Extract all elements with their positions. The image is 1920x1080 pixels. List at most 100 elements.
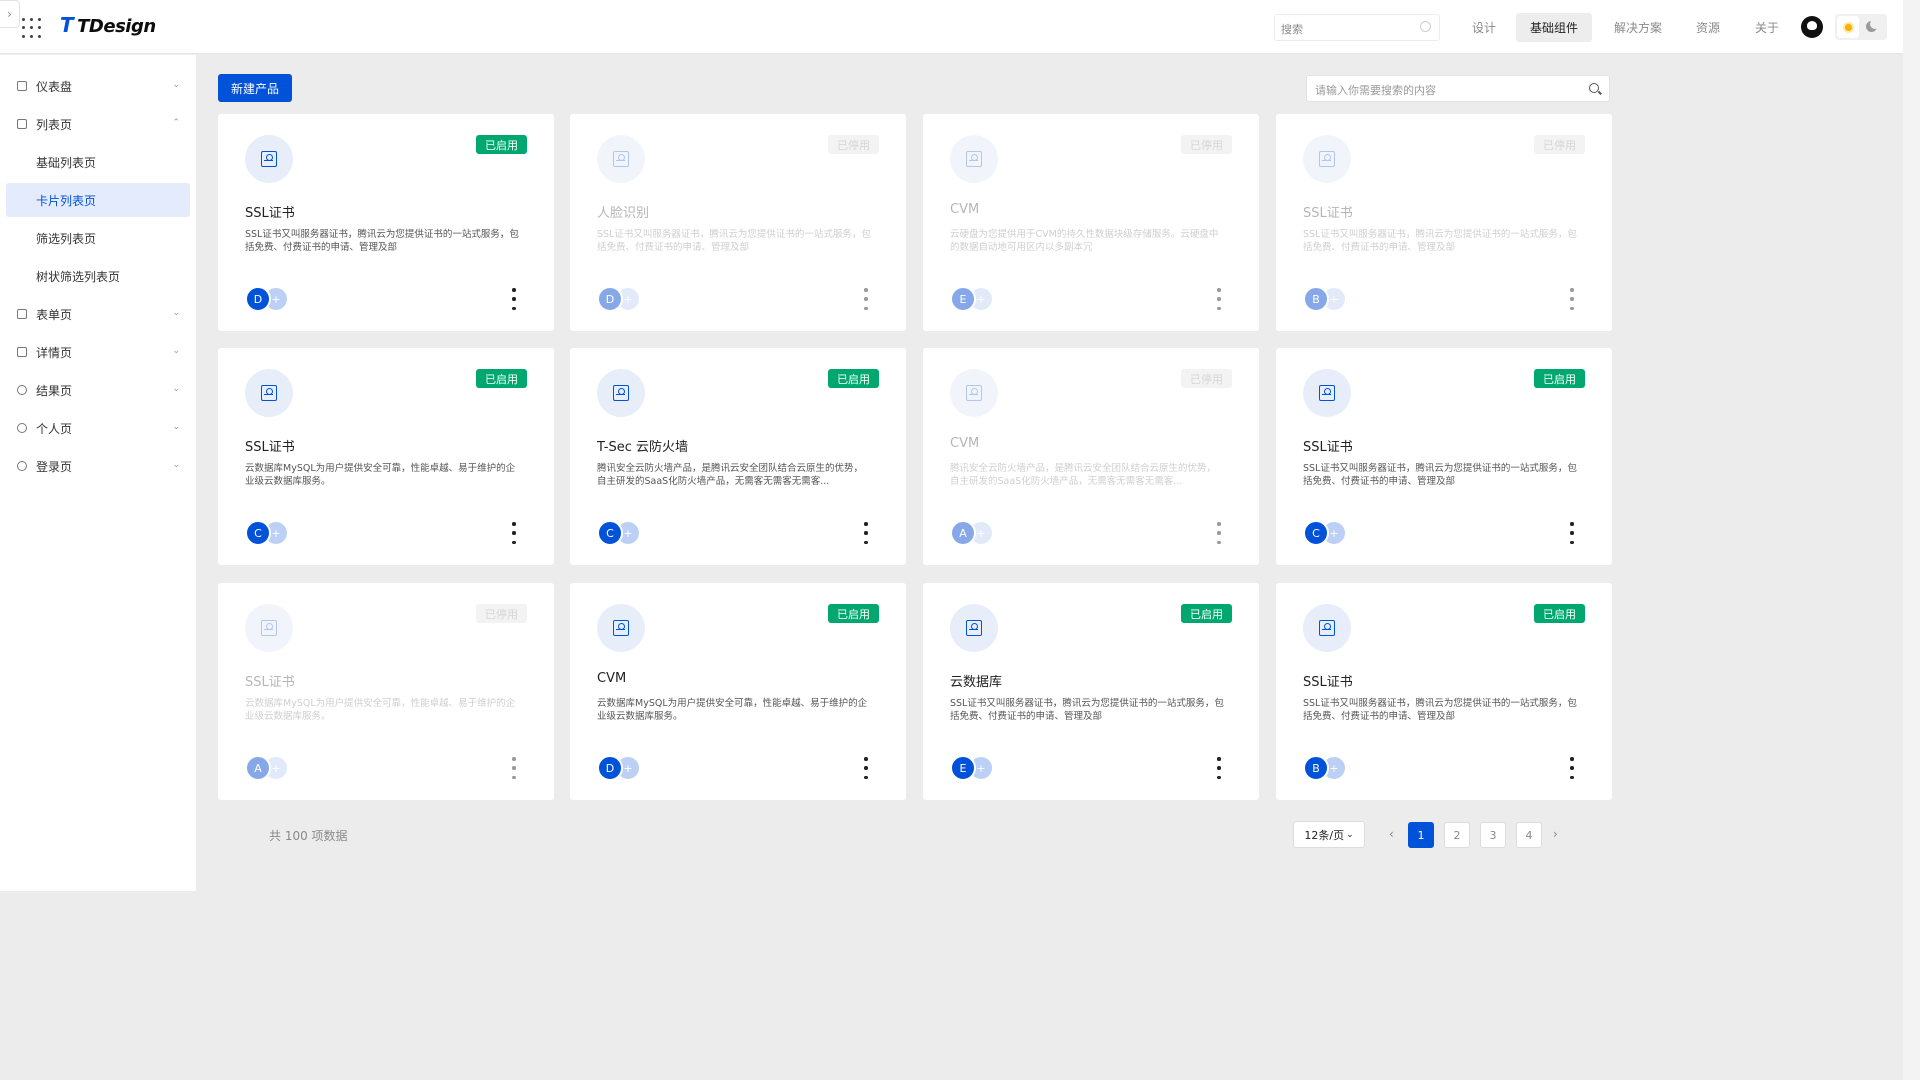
card-description: 腾讯安全云防火墙产品，是腾讯云安全团队结合云原生的优势，自主研发的SaaS化防火… xyxy=(597,463,864,487)
product-card[interactable]: 已停用 SSL证书 云数据库MySQL为用户提供安全可靠，性能卓越、易于维护的企业级… xyxy=(218,583,554,800)
nav-item-components[interactable]: 基础组件 xyxy=(1516,13,1592,42)
avatar[interactable]: D xyxy=(245,286,271,312)
product-image xyxy=(950,604,998,652)
more-options-icon[interactable] xyxy=(1570,522,1574,544)
sidebar-item-result[interactable]: 结果页 ⌄ xyxy=(6,373,190,407)
avatar[interactable]: B xyxy=(1303,286,1329,312)
status-badge: 已停用 xyxy=(1181,369,1232,388)
chevron-down-icon: ⌄ xyxy=(1346,829,1354,840)
portrait-icon xyxy=(261,151,277,167)
more-options-icon[interactable] xyxy=(864,522,868,544)
card-title: 人脸识别 xyxy=(597,206,650,221)
top-header: › T TDesign 搜索 设计 基础组件 解决方案 资源 关于 xyxy=(0,0,1903,54)
moon-icon[interactable] xyxy=(1866,19,1880,32)
logo-text: TDesign xyxy=(77,16,156,37)
avatar[interactable]: D xyxy=(597,286,623,312)
more-options-icon[interactable] xyxy=(1217,522,1221,544)
avatar[interactable]: E xyxy=(950,286,976,312)
page-size-select[interactable]: 12条/页 ⌄ xyxy=(1293,821,1365,848)
apps-grid-icon[interactable] xyxy=(22,18,42,38)
sidebar-item-form[interactable]: 表单页 ⌄ xyxy=(6,297,190,331)
card-description: SSL证书又叫服务器证书，腾讯云为您提供证书的一站式服务，包括免费、付费证书的申… xyxy=(950,698,1224,722)
product-card[interactable]: 已启用 云数据库 SSL证书又叫服务器证书，腾讯云为您提供证书的一站式服务，包括免费… xyxy=(923,583,1259,800)
next-page-button[interactable]: › xyxy=(1553,827,1558,841)
avatar[interactable]: D xyxy=(597,755,623,781)
card-description: SSL证书又叫服务器证书，腾讯云为您提供证书的一站式服务，包括免费、付费证书的申… xyxy=(1303,463,1577,487)
avatar[interactable]: A xyxy=(950,520,976,546)
total-count: 共 100 项数据 xyxy=(269,829,348,843)
header-search-input[interactable]: 搜索 xyxy=(1274,14,1440,41)
avatar-group: A + xyxy=(245,755,305,781)
nav-item-resources[interactable]: 资源 xyxy=(1684,13,1732,42)
product-card[interactable]: 已停用 SSL证书 SSL证书又叫服务器证书，腾讯云为您提供证书的一站式服务，包括免… xyxy=(1276,114,1612,331)
login-icon xyxy=(17,461,27,471)
avatar[interactable]: A xyxy=(245,755,271,781)
more-options-icon[interactable] xyxy=(512,522,516,544)
sidebar: 仪表盘 ⌄ 列表页 ⌃ 基础列表页 卡片列表页 筛选列表页 树状筛选列表页 表单… xyxy=(0,55,196,891)
page-button-1[interactable]: 1 xyxy=(1408,822,1434,848)
product-image xyxy=(1303,369,1351,417)
scrollbar[interactable] xyxy=(1903,0,1920,1080)
sidebar-toggle-button[interactable]: › xyxy=(0,0,20,28)
sidebar-item-list[interactable]: 列表页 ⌃ xyxy=(6,107,190,141)
sidebar-item-user[interactable]: 个人页 ⌄ xyxy=(6,411,190,445)
product-card[interactable]: 已停用 CVM 腾讯安全云防火墙产品，是腾讯云安全团队结合云原生的优势，自主研发的S… xyxy=(923,348,1259,565)
more-options-icon[interactable] xyxy=(1570,757,1574,779)
nav-item-about[interactable]: 关于 xyxy=(1744,13,1790,42)
avatar[interactable]: C xyxy=(245,520,271,546)
more-options-icon[interactable] xyxy=(1217,288,1221,310)
sidebar-subitem-tree-list[interactable]: 树状筛选列表页 xyxy=(6,259,190,293)
sidebar-item-label: 个人页 xyxy=(36,421,73,436)
more-options-icon[interactable] xyxy=(864,757,868,779)
sidebar-item-login[interactable]: 登录页 ⌄ xyxy=(6,449,190,483)
more-options-icon[interactable] xyxy=(1217,757,1221,779)
logo[interactable]: T TDesign xyxy=(60,13,156,37)
nav-item-design[interactable]: 设计 xyxy=(1464,13,1504,42)
sidebar-subitem-filter-list[interactable]: 筛选列表页 xyxy=(6,221,190,255)
sidebar-item-label: 登录页 xyxy=(36,459,73,474)
dashboard-icon xyxy=(17,81,27,91)
product-card[interactable]: 已停用 CVM 云硬盘为您提供用于CVM的持久性数据块级存储服务。云硬盘中的数据自动… xyxy=(923,114,1259,331)
avatar-group: E + xyxy=(950,286,1010,312)
more-options-icon[interactable] xyxy=(512,288,516,310)
status-badge: 已启用 xyxy=(1181,604,1232,623)
status-badge: 已停用 xyxy=(828,135,879,154)
avatar[interactable]: C xyxy=(1303,520,1329,546)
more-options-icon[interactable] xyxy=(1570,288,1574,310)
product-card[interactable]: 已启用 SSL证书 云数据库MySQL为用户提供安全可靠，性能卓越、易于维护的企业级… xyxy=(218,348,554,565)
avatar[interactable]: E xyxy=(950,755,976,781)
page-button-3[interactable]: 3 xyxy=(1480,822,1506,848)
card-title: CVM xyxy=(950,436,980,451)
avatar[interactable]: C xyxy=(597,520,623,546)
product-image xyxy=(1303,604,1351,652)
product-card[interactable]: 已启用 T-Sec 云防火墙 腾讯安全云防火墙产品，是腾讯云安全团队结合云原生的优势… xyxy=(570,348,906,565)
more-options-icon[interactable] xyxy=(512,757,516,779)
avatar-group: D + xyxy=(597,286,657,312)
avatar[interactable]: B xyxy=(1303,755,1329,781)
sidebar-item-dashboard[interactable]: 仪表盘 ⌄ xyxy=(6,69,190,103)
product-card[interactable]: 已启用 SSL证书 SSL证书又叫服务器证书，腾讯云为您提供证书的一站式服务，包括免… xyxy=(218,114,554,331)
product-card[interactable]: 已启用 CVM 云数据库MySQL为用户提供安全可靠，性能卓越、易于维护的企业级云数… xyxy=(570,583,906,800)
search-icon[interactable] xyxy=(1589,83,1599,93)
sidebar-item-detail[interactable]: 详情页 ⌄ xyxy=(6,335,190,369)
more-options-icon[interactable] xyxy=(864,288,868,310)
theme-toggle[interactable] xyxy=(1835,14,1887,40)
content-search-input[interactable]: 请输入你需要搜索的内容 xyxy=(1306,75,1610,102)
page-button-4[interactable]: 4 xyxy=(1516,822,1542,848)
github-icon[interactable] xyxy=(1801,16,1823,38)
prev-page-button[interactable]: ‹ xyxy=(1389,827,1394,841)
product-card[interactable]: 已启用 SSL证书 SSL证书又叫服务器证书，腾讯云为您提供证书的一站式服务，包括免… xyxy=(1276,348,1612,565)
header-search-placeholder: 搜索 xyxy=(1281,23,1303,36)
product-card[interactable]: 已启用 SSL证书 SSL证书又叫服务器证书，腾讯云为您提供证书的一站式服务，包括免… xyxy=(1276,583,1612,800)
sun-icon[interactable] xyxy=(1837,16,1859,38)
nav-item-solutions[interactable]: 解决方案 xyxy=(1604,13,1672,42)
card-description: 云数据库MySQL为用户提供安全可靠，性能卓越、易于维护的企业级云数据库服务。 xyxy=(597,698,868,722)
sidebar-subitem-base-list[interactable]: 基础列表页 xyxy=(6,145,190,179)
portrait-icon xyxy=(1319,620,1335,636)
product-card[interactable]: 已停用 人脸识别 SSL证书又叫服务器证书，腾讯云为您提供证书的一站式服务，包括免费… xyxy=(570,114,906,331)
status-badge: 已启用 xyxy=(476,369,527,388)
status-badge: 已停用 xyxy=(1534,135,1585,154)
page-button-2[interactable]: 2 xyxy=(1444,822,1470,848)
new-product-button[interactable]: 新建产品 xyxy=(218,74,292,102)
sidebar-subitem-card-list[interactable]: 卡片列表页 xyxy=(6,183,190,217)
